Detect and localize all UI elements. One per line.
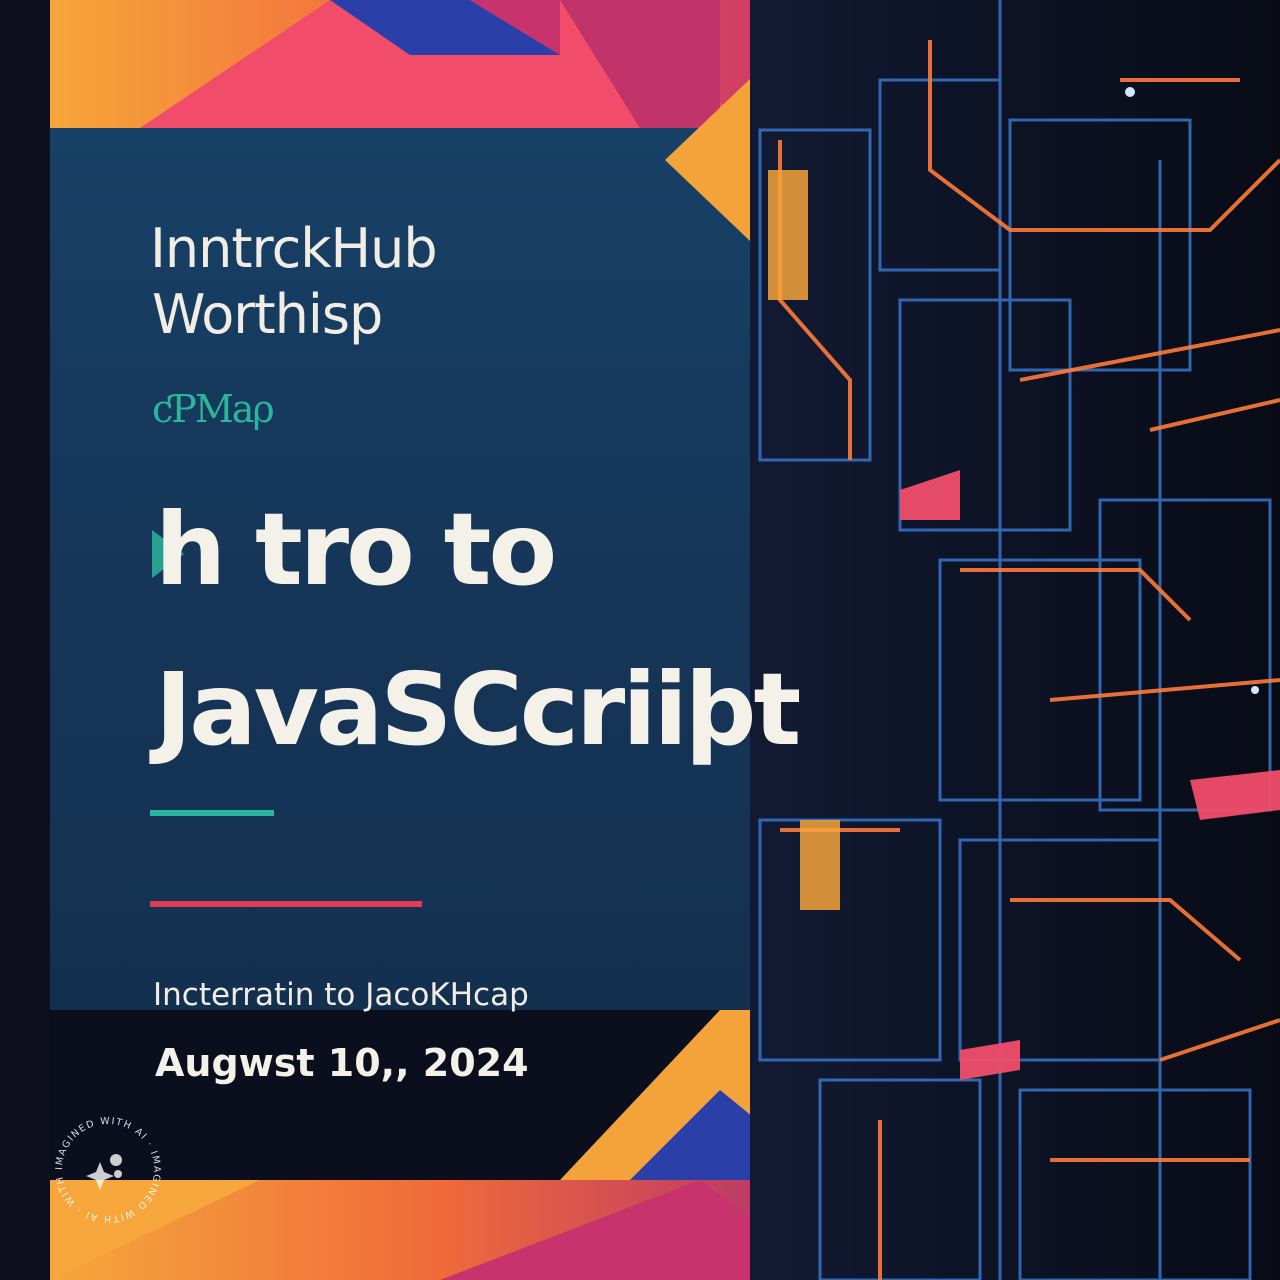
title-line-1: h tro to [155,491,557,608]
title-line-2: JavaSCcriiþt [155,651,801,768]
organizer-name: InntrckHub [150,217,438,280]
poster-artwork [0,0,1280,1280]
event-poster: InntrckHub Worthisp cƤMaρ h tro to JavaS… [0,0,1280,1280]
event-subtitle: Incterratin to JacoKHcap [153,977,529,1013]
organizer-logo-mark: cƤMaρ [152,387,275,431]
accent-rule-green [150,810,274,816]
sparkle-icon [86,1154,122,1190]
accent-rule-red [150,901,422,907]
watermark-text: IMAGINED WITH AI · IMAGINED WITH AI · WI… [48,1110,161,1224]
svg-text:IMAGINED WITH AI · IMAGINED WI: IMAGINED WITH AI · IMAGINED WITH AI · WI… [48,1110,162,1224]
ai-watermark-badge: IMAGINED WITH AI · IMAGINED WITH AI · WI… [48,1110,162,1224]
organizer-subline: Worthisp [152,283,383,346]
event-date: Augwst 10,, 2024 [155,1041,529,1085]
